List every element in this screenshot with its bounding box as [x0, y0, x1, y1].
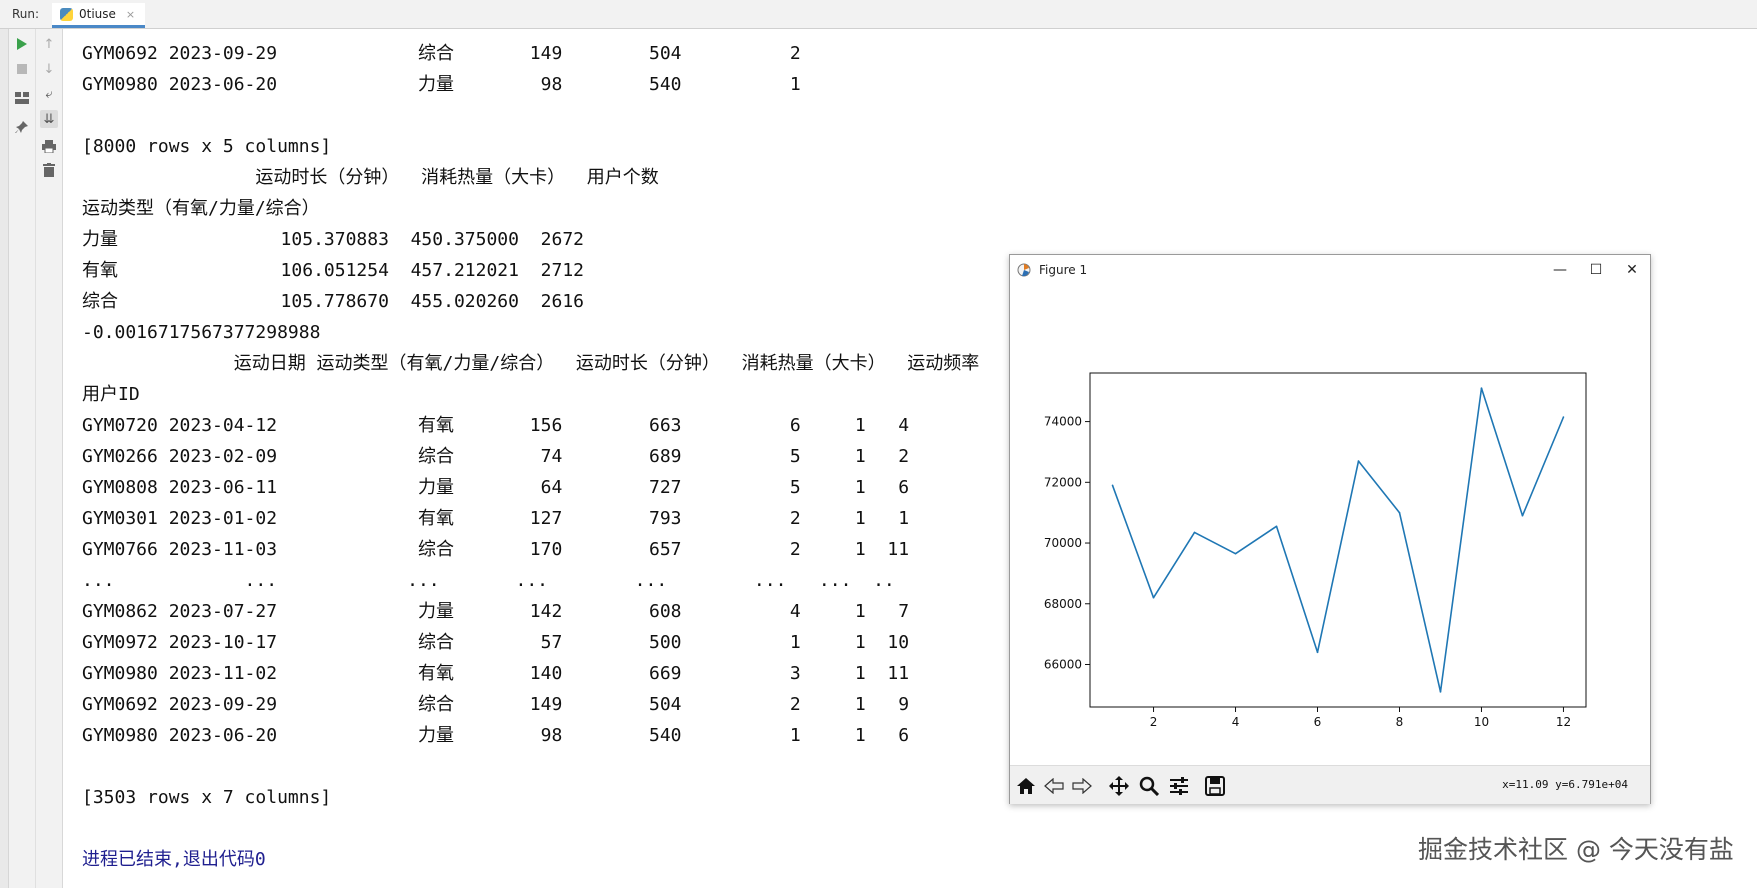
x-tick-label: 4: [1232, 715, 1240, 729]
x-tick-label: 12: [1556, 715, 1571, 729]
x-tick-label: 10: [1474, 715, 1489, 729]
home-icon[interactable]: [1014, 774, 1038, 798]
data-point: [1398, 511, 1401, 514]
soft-wrap-icon[interactable]: ⤶: [40, 85, 58, 103]
data-point: [1316, 651, 1319, 654]
figure-titlebar[interactable]: Figure 1 — ☐ ✕: [1010, 255, 1650, 285]
close-button[interactable]: ✕: [1614, 259, 1650, 281]
matplotlib-icon: [1017, 263, 1031, 277]
console-line: 进程已结束,退出代码0: [82, 849, 266, 870]
console-line: 运动时长（分钟） 消耗热量（大卡） 用户个数: [82, 167, 659, 188]
layout-icon[interactable]: [13, 89, 31, 107]
back-icon[interactable]: [1042, 774, 1066, 798]
configure-subplots-icon[interactable]: [1167, 774, 1191, 798]
data-point: [1562, 416, 1565, 418]
cursor-coordinates: x=11.09 y=6.791e+04: [1502, 778, 1628, 791]
figure-canvas[interactable]: 2 4 6 8 10 12 66000 68000 70000 72000 74000: [1010, 285, 1650, 765]
data-point: [1357, 460, 1360, 462]
navigation-toolbar: x=11.09 y=6.791e+04: [1010, 765, 1650, 804]
console-line: [8000 rows x 5 columns]: [82, 136, 332, 157]
y-tick-label: 70000: [1044, 536, 1082, 550]
python-icon: [60, 7, 73, 21]
figure-window: Figure 1 — ☐ ✕ 2 4 6 8 10 12 66000 68000 70000 72…: [1009, 254, 1651, 804]
data-point: [1234, 552, 1237, 555]
scroll-to-end-icon[interactable]: ⇊: [40, 110, 58, 128]
trash-icon[interactable]: [40, 161, 58, 179]
console-line: GYM0301 2023-01-02 有氧 127 793 2 1 1: [82, 508, 910, 529]
console-line: GYM0720 2023-04-12 有氧 156 663 6 1 4: [82, 415, 910, 436]
y-tick-label: 72000: [1044, 475, 1082, 489]
minimize-button[interactable]: —: [1542, 259, 1578, 281]
data-point: [1111, 484, 1114, 487]
console-line: GYM0862 2023-07-27 力量 142 608 4 1 7: [82, 601, 910, 622]
x-tick-label: 6: [1314, 715, 1322, 729]
console-line: 有氧 106.051254 457.212021 2712: [82, 260, 584, 281]
watermark: 掘金技术社区 @ 今天没有盐: [1418, 835, 1734, 864]
data-point: [1193, 531, 1196, 534]
console-line: GYM0692 2023-09-29 综合 149 504 2: [82, 43, 801, 64]
run-toolbar-secondary: ↑ ↓ ⤶ ⇊: [36, 29, 63, 888]
zoom-icon[interactable]: [1137, 774, 1161, 798]
console-line: GYM0980 2023-11-02 有氧 140 669 3 1 11: [82, 663, 910, 684]
run-toolbar-primary: [9, 29, 36, 888]
console-line: ... ... ... ... ... ... ... ..: [82, 570, 895, 591]
console-line: 用户ID: [82, 384, 140, 405]
maximize-button[interactable]: ☐: [1578, 259, 1614, 281]
console-line: GYM0766 2023-11-03 综合 170 657 2 1 11: [82, 539, 910, 560]
console-line: 力量 105.370883 450.375000 2672: [82, 229, 584, 250]
plot-area: [1089, 372, 1587, 708]
tab-0tiuse[interactable]: 0tiuse ×: [52, 3, 146, 28]
console-line: 运动日期 运动类型（有氧/力量/综合） 运动时长（分钟） 消耗热量（大卡） 运动…: [82, 353, 980, 374]
x-tick-label: 2: [1150, 715, 1158, 729]
y-tick-label: 74000: [1044, 415, 1082, 429]
down-arrow-icon[interactable]: ↓: [40, 60, 58, 78]
figure-title: Figure 1: [1039, 263, 1088, 277]
y-tick-label: 66000: [1044, 657, 1082, 671]
console-line: GYM0980 2023-06-20 力量 98 540 1: [82, 74, 801, 95]
pin-icon[interactable]: [13, 118, 31, 136]
console-line: GYM0980 2023-06-20 力量 98 540 1 1 6: [82, 725, 910, 746]
run-panel-header: Run: 0tiuse ×: [0, 0, 1757, 29]
console-line: 综合 105.778670 455.020260 2616: [82, 291, 584, 312]
console-line: GYM0972 2023-10-17 综合 57 500 1 1 10: [82, 632, 910, 653]
close-icon[interactable]: ×: [126, 8, 135, 21]
save-icon[interactable]: [1203, 774, 1227, 798]
data-point: [1521, 514, 1524, 517]
forward-icon[interactable]: [1070, 774, 1094, 798]
data-point: [1152, 596, 1155, 599]
console-line: 运动类型（有氧/力量/综合）: [82, 198, 320, 219]
run-label: Run:: [12, 7, 40, 21]
run-icon[interactable]: [13, 35, 31, 53]
console-line: -0.0016717567377298988: [82, 322, 321, 343]
data-point: [1275, 525, 1278, 528]
console-line: [3503 rows x 7 columns]: [82, 787, 332, 808]
tab-title: 0tiuse: [79, 7, 116, 21]
console-line: GYM0808 2023-06-11 力量 64 727 5 1 6: [82, 477, 910, 498]
console-line: GYM0266 2023-02-09 综合 74 689 5 1 2: [82, 446, 910, 467]
up-arrow-icon[interactable]: ↑: [40, 35, 58, 53]
pan-icon[interactable]: [1107, 774, 1131, 798]
data-point: [1439, 691, 1442, 693]
console-line: GYM0692 2023-09-29 综合 149 504 2 1 9: [82, 694, 910, 715]
y-tick-label: 68000: [1044, 597, 1082, 611]
stop-icon[interactable]: [13, 60, 31, 78]
data-point: [1480, 387, 1483, 389]
print-icon[interactable]: [40, 137, 58, 155]
side-strip: [0, 29, 9, 888]
x-tick-label: 8: [1396, 715, 1404, 729]
